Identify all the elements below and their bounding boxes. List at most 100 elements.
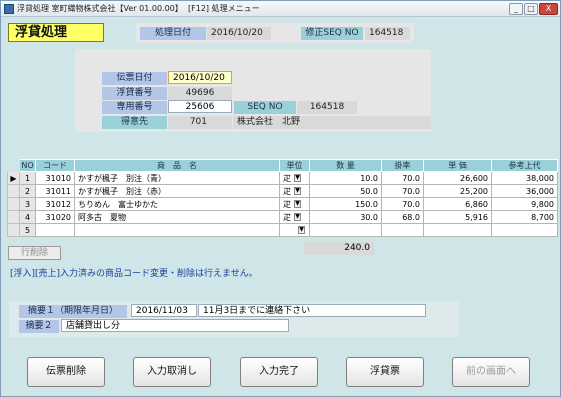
app-icon: [4, 4, 14, 14]
close-button[interactable]: X: [539, 3, 558, 15]
dedicated-number-field[interactable]: 25606: [168, 100, 232, 113]
app-window: 浮貸処理 室町織物株式会社【Ver 01.00.00】 [F12] 処理メニュー…: [0, 0, 561, 397]
slip-date-field[interactable]: 2016/10/20: [168, 71, 232, 84]
slip-number-label: 浮貸番号: [102, 87, 167, 100]
cell-no: 1: [19, 171, 36, 185]
cell-product-name: 阿多古 夏物: [74, 210, 280, 224]
cell-unit[interactable]: 疋 ▼: [279, 197, 310, 211]
grid-header-row: NO コード 商 品 名 単位 数 量 掛率 単 価 参考上代: [7, 159, 558, 172]
cell-unit-price[interactable]: 6,860: [423, 197, 492, 211]
minimize-button[interactable]: _: [509, 3, 523, 15]
memo2-text-field[interactable]: 店舗貸出し分: [61, 319, 289, 332]
cell-code[interactable]: 31012: [35, 197, 75, 211]
table-row[interactable]: 3 31012 ちりめん 富士ゆかた 疋 ▼ 150.0 70.0 6,860 9…: [7, 197, 558, 211]
cell-product-name: [74, 223, 280, 237]
table-row[interactable]: 2 31011 かすが楓子 別注（赤） 疋 ▼ 50.0 70.0 25,200 …: [7, 184, 558, 198]
cell-quantity[interactable]: 150.0: [309, 197, 382, 211]
cell-rate[interactable]: [381, 223, 424, 237]
col-quantity: 数 量: [309, 159, 382, 172]
cell-unit[interactable]: 疋 ▼: [279, 171, 310, 185]
cell-quantity[interactable]: [309, 223, 382, 237]
cell-retail-price: 8,700: [491, 210, 558, 224]
cell-product-name: ちりめん 富士ゆかた: [74, 197, 280, 211]
cell-code[interactable]: 31011: [35, 184, 75, 198]
slip-number-value: 49696: [168, 87, 232, 100]
cell-rate[interactable]: 70.0: [381, 184, 424, 198]
cell-product-name: かすが楓子 別注（赤）: [74, 184, 280, 198]
table-row[interactable]: 4 31020 阿多古 夏物 疋 ▼ 30.0 68.0 5,916 8,700: [7, 210, 558, 224]
cell-code[interactable]: 31010: [35, 171, 75, 185]
col-rate: 掛率: [381, 159, 424, 172]
memo1-date-field[interactable]: 2016/11/03: [131, 304, 197, 317]
col-retail-price: 参考上代: [491, 159, 558, 172]
window-title: 浮貸処理 室町織物株式会社【Ver 01.00.00】: [17, 4, 183, 13]
row-selector[interactable]: [7, 184, 20, 198]
cell-quantity[interactable]: 10.0: [309, 171, 382, 185]
process-menu-label[interactable]: [F12] 処理メニュー: [188, 3, 260, 14]
dropdown-arrow-icon[interactable]: ▼: [294, 174, 301, 182]
item-grid: NO コード 商 品 名 単位 数 量 掛率 単 価 参考上代 ▶ 1 3101…: [7, 159, 558, 237]
row-selector-icon[interactable]: ▶: [7, 171, 20, 185]
table-row[interactable]: 5 ▼: [7, 223, 558, 237]
cell-unit[interactable]: ▼: [279, 223, 310, 237]
screen-title: 浮貸処理: [8, 23, 104, 42]
dropdown-arrow-icon[interactable]: ▼: [298, 226, 305, 234]
memo1-text-field[interactable]: 11月3日までに連絡下さい: [198, 304, 426, 317]
cell-no: 3: [19, 197, 36, 211]
cell-unit-price[interactable]: 26,600: [423, 171, 492, 185]
cell-retail-price: 38,000: [491, 171, 558, 185]
unit-value: 疋: [283, 173, 291, 183]
col-product-name: 商 品 名: [74, 159, 280, 172]
cell-no: 2: [19, 184, 36, 198]
cell-code[interactable]: 31020: [35, 210, 75, 224]
cell-unit-price[interactable]: [423, 223, 492, 237]
cancel-input-button[interactable]: 入力取消し: [133, 357, 211, 387]
title-bar: 浮貸処理 室町織物株式会社【Ver 01.00.00】 [F12] 処理メニュー…: [1, 1, 560, 17]
complete-input-button[interactable]: 入力完了: [240, 357, 318, 387]
dropdown-arrow-icon[interactable]: ▼: [294, 200, 301, 208]
delete-slip-button[interactable]: 伝票削除: [27, 357, 105, 387]
row-delete-button[interactable]: 行削除: [8, 246, 61, 260]
memo2-label: 摘要２: [19, 320, 59, 333]
voucher-button[interactable]: 浮貸票: [346, 357, 424, 387]
cell-quantity[interactable]: 50.0: [309, 184, 382, 198]
slip-seq-value: 164518: [297, 101, 357, 114]
col-unit-price: 単 価: [423, 159, 492, 172]
prev-screen-button[interactable]: 前の画面へ: [452, 357, 530, 387]
dropdown-arrow-icon[interactable]: ▼: [294, 213, 301, 221]
slip-seq-label: SEQ NO: [234, 101, 296, 114]
cell-rate[interactable]: 70.0: [381, 171, 424, 185]
cell-unit[interactable]: 疋 ▼: [279, 184, 310, 198]
slip-date-label: 伝票日付: [102, 72, 167, 85]
row-selector[interactable]: [7, 197, 20, 211]
cell-no: 5: [19, 223, 36, 237]
maximize-button[interactable]: □: [524, 3, 538, 15]
cell-rate[interactable]: 70.0: [381, 197, 424, 211]
col-code: コード: [35, 159, 75, 172]
row-header-corner: [7, 159, 20, 172]
notice-text: [浮入][売上]入力済みの商品コード変更・削除は行えません。: [10, 269, 258, 279]
cell-retail-price: [491, 223, 558, 237]
cell-no: 4: [19, 210, 36, 224]
table-row[interactable]: ▶ 1 31010 かすが楓子 別注（青） 疋 ▼ 10.0 70.0 26,60…: [7, 171, 558, 185]
cell-unit-price[interactable]: 25,200: [423, 184, 492, 198]
cell-code[interactable]: [35, 223, 75, 237]
cell-quantity[interactable]: 30.0: [309, 210, 382, 224]
row-selector[interactable]: [7, 223, 20, 237]
dedicated-number-label: 専用番号: [102, 101, 167, 114]
cell-rate[interactable]: 68.0: [381, 210, 424, 224]
seq-value: 164518: [365, 27, 410, 40]
customer-code: 701: [168, 116, 232, 129]
unit-value: 疋: [283, 186, 291, 196]
cell-unit-price[interactable]: 5,916: [423, 210, 492, 224]
cell-retail-price: 9,800: [491, 197, 558, 211]
col-no: NO: [19, 159, 36, 172]
row-selector[interactable]: [7, 210, 20, 224]
col-unit: 単位: [279, 159, 310, 172]
cell-retail-price: 36,000: [491, 184, 558, 198]
cell-unit[interactable]: 疋 ▼: [279, 210, 310, 224]
dropdown-arrow-icon[interactable]: ▼: [294, 187, 301, 195]
process-date-label: 処理日付: [140, 27, 206, 40]
customer-label: 得意先: [102, 116, 167, 129]
seq-label: 修正SEQ NO: [301, 27, 363, 40]
